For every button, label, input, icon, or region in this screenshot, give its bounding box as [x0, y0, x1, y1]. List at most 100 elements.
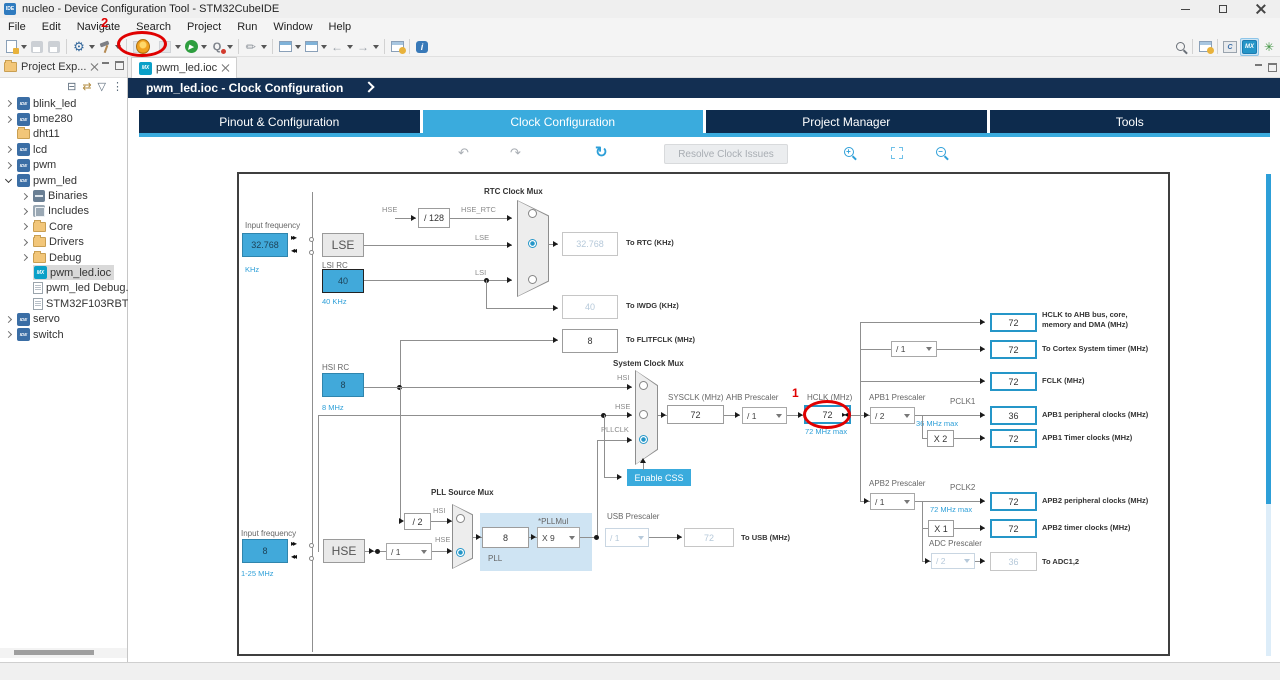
refresh-clock-button[interactable]: ↻ — [595, 143, 608, 161]
usb-prescaler-dropdown[interactable]: / 1 — [605, 528, 649, 547]
dropdown-caret-icon[interactable] — [373, 45, 379, 52]
flitfclk-output-field[interactable]: 8 — [562, 329, 618, 353]
menu-project[interactable]: Project — [179, 19, 229, 35]
menu-help[interactable]: Help — [321, 19, 360, 35]
dropdown-caret-icon[interactable] — [347, 45, 353, 52]
menu-file[interactable]: File — [0, 19, 34, 35]
dropdown-caret-icon[interactable] — [295, 45, 301, 52]
tree-item-bme280[interactable]: IDE bme280 — [0, 111, 128, 126]
build-settings-button[interactable]: ⚙ — [72, 39, 86, 54]
tree-item-pwm[interactable]: IDE pwm — [0, 158, 128, 173]
lse-frequency-field[interactable]: 32.768 — [242, 233, 288, 257]
pll-hse-divider-dropdown[interactable]: / 1 — [386, 543, 432, 560]
maximize-editor-icon[interactable] — [1268, 63, 1277, 72]
tab-pinout-configuration[interactable]: Pinout & Configuration — [139, 110, 420, 133]
rtc-output-field[interactable]: 32.768 — [562, 232, 618, 256]
sys-mux-hsi-radio[interactable] — [639, 381, 648, 390]
cortex-prescaler-dropdown[interactable]: / 1 — [891, 341, 937, 357]
info-button[interactable]: i — [415, 40, 429, 54]
usb-output-field[interactable]: 72 — [684, 528, 734, 547]
tab-project-manager[interactable]: Project Manager — [706, 110, 987, 133]
open-perspective-button[interactable] — [390, 40, 406, 54]
tree-item-binaries[interactable]: Binaries — [0, 188, 128, 203]
chevron-right-icon[interactable] — [4, 330, 14, 340]
filter-icon[interactable]: ▽ — [98, 80, 106, 93]
chevron-down-icon[interactable] — [4, 176, 14, 186]
rtc-mux-lsi-radio[interactable] — [528, 275, 537, 284]
zoom-fit-icon[interactable] — [890, 146, 904, 160]
dropdown-caret-icon[interactable] — [261, 45, 267, 52]
pll-mux-hsi-radio[interactable] — [456, 514, 465, 523]
cortex-timer-output-field[interactable]: 72 — [990, 340, 1037, 359]
pll-mux-hse-radio[interactable] — [456, 548, 465, 557]
apb2-timer-field[interactable]: 72 — [990, 519, 1037, 538]
close-tab-icon[interactable] — [221, 64, 229, 72]
dropdown-caret-icon[interactable] — [21, 45, 27, 52]
resolve-clock-issues-button[interactable]: Resolve Clock Issues — [664, 144, 788, 164]
tab-clock-configuration[interactable]: Clock Configuration — [422, 110, 703, 133]
rtc-mux-hse-radio[interactable] — [528, 209, 537, 218]
new-element-button[interactable]: ✎ — [241, 37, 261, 57]
hse-frequency-field[interactable]: 8 — [242, 539, 288, 563]
close-button[interactable] — [1242, 0, 1280, 18]
menu-navigate[interactable]: Navigate — [69, 19, 128, 35]
profile-button[interactable]: Q — [210, 40, 226, 54]
chevron-right-icon[interactable] — [20, 237, 30, 247]
tree-item-drivers[interactable]: Drivers — [0, 235, 128, 250]
chevron-right-icon[interactable] — [20, 253, 30, 263]
zoom-out-icon[interactable]: − — [936, 147, 946, 157]
chevron-right-icon[interactable] — [20, 206, 30, 216]
cpp-perspective-button[interactable]: C — [1223, 40, 1237, 54]
open-perspective-button-2[interactable] — [1198, 40, 1214, 54]
tree-item-debug[interactable]: Debug — [0, 250, 128, 265]
chevron-right-icon[interactable] — [20, 222, 30, 232]
tree-item-pwm-led[interactable]: IDE pwm_led — [0, 173, 128, 188]
tree-item-blink-led[interactable]: IDE blink_led — [0, 96, 128, 111]
back-button[interactable]: ← — [330, 40, 344, 54]
tree-item-linker-script[interactable]: STM32F103RBTX_Fl — [0, 296, 128, 311]
rtc-mux-lse-radio[interactable] — [528, 239, 537, 248]
pllmul-dropdown[interactable]: X 9 — [537, 527, 580, 548]
chevron-right-icon[interactable] — [4, 114, 14, 124]
scrollbar-thumb[interactable] — [14, 650, 94, 655]
sysclk-field[interactable]: 72 — [667, 405, 724, 424]
tree-item-dht11[interactable]: dht11 — [0, 127, 128, 142]
save-all-button[interactable] — [47, 40, 61, 54]
sys-mux-pllclk-radio[interactable] — [639, 435, 648, 444]
menu-edit[interactable]: Edit — [34, 19, 69, 35]
explorer-horizontal-scrollbar[interactable] — [0, 648, 127, 658]
menu-run[interactable]: Run — [229, 19, 265, 35]
apb2-prescaler-dropdown[interactable]: / 1 — [870, 493, 915, 510]
ahb-prescaler-dropdown[interactable]: / 1 — [742, 407, 787, 424]
minimize-view-icon[interactable] — [101, 61, 110, 70]
forward-button[interactable]: → — [356, 40, 370, 54]
tree-item-core[interactable]: Core — [0, 219, 128, 234]
chevron-right-icon[interactable] — [4, 99, 14, 109]
collapse-all-icon[interactable]: ⊟ — [67, 80, 76, 93]
sys-mux-hse-radio[interactable] — [639, 410, 648, 419]
hse-oscillator-box[interactable]: HSE — [323, 539, 365, 563]
apb1-prescaler-dropdown[interactable]: / 2 — [870, 407, 915, 424]
diagram-vertical-scrollbar[interactable] — [1266, 174, 1271, 656]
tree-item-pwm-led-debug-launch[interactable]: pwm_led Debug.la — [0, 281, 128, 296]
fclk-output-field[interactable]: 72 — [990, 372, 1037, 391]
iwdg-output-field[interactable]: 40 — [562, 295, 618, 319]
dropdown-caret-icon[interactable] — [321, 45, 327, 52]
dropdown-caret-icon[interactable] — [201, 45, 207, 52]
view-menu-icon[interactable]: ⋮ — [112, 80, 123, 93]
restore-button[interactable] — [1204, 0, 1242, 18]
adc-output-field[interactable]: 36 — [990, 552, 1037, 571]
new-wizard-button[interactable] — [4, 40, 19, 54]
apb1-timer-field[interactable]: 72 — [990, 429, 1037, 448]
hclk-ahb-output-field[interactable]: 72 — [990, 313, 1037, 332]
tab-tools[interactable]: Tools — [989, 110, 1270, 133]
undo-button[interactable]: ↶ — [458, 145, 469, 161]
dropdown-caret-icon[interactable] — [89, 45, 95, 52]
debug-perspective-button[interactable]: ✳ — [1262, 40, 1276, 54]
hsi-frequency-box[interactable]: 8 — [322, 373, 364, 397]
search-button[interactable] — [1173, 40, 1187, 54]
chevron-right-icon[interactable] — [4, 314, 14, 324]
adc-prescaler-dropdown[interactable]: / 2 — [931, 553, 975, 569]
last-edit-location-button[interactable] — [278, 40, 292, 54]
run-button[interactable]: ▶ — [184, 40, 198, 54]
